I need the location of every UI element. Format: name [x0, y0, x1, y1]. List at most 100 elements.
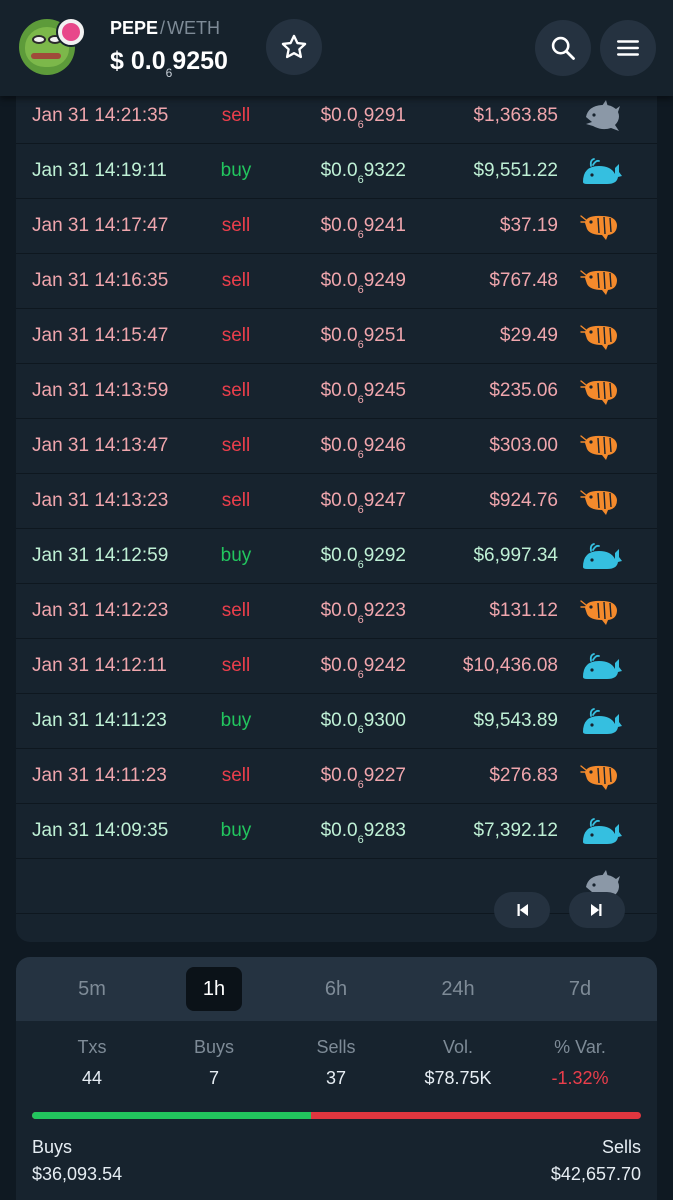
trade-price: $0.069247: [286, 490, 406, 516]
trade-price-digits: 9246: [363, 435, 406, 456]
trade-price: $0.069300: [286, 710, 406, 736]
buys-total-label: Buys: [32, 1137, 73, 1157]
trade-price-digits: 9227: [363, 765, 406, 786]
trade-amount: $37.19: [499, 215, 558, 236]
trade-price-prefix: $0.0: [320, 820, 358, 841]
trade-time: Jan 31 14:15:47: [32, 325, 169, 346]
stat-variation: % Var. -1.32%: [525, 1037, 635, 1089]
pepe-mouth: [31, 53, 61, 59]
tab-1h[interactable]: 1h: [186, 967, 242, 1011]
sells-total-value: $42,657.70: [550, 1164, 641, 1184]
trade-side: sell: [221, 215, 251, 236]
trade-amount: $29.49: [499, 325, 558, 346]
trade-price: $0.069227: [286, 765, 406, 791]
trade-time: Jan 31 14:13:23: [32, 490, 169, 511]
stat-sells-value: 37: [325, 1068, 347, 1088]
trade-side: buy: [220, 545, 252, 566]
whale-icon: [580, 155, 624, 189]
previous-page-button[interactable]: [494, 892, 550, 928]
trade-row[interactable]: Jan 31 14:15:47 sell $0.069251 $29.49: [16, 309, 657, 364]
stat-buys-value: 7: [208, 1068, 219, 1088]
trade-row[interactable]: Jan 31 14:12:23 sell $0.069223 $131.12: [16, 584, 657, 639]
trade-price-digits: 9242: [363, 655, 406, 676]
trade-row[interactable]: Jan 31 14:12:11 sell $0.069242 $10,436.08: [16, 639, 657, 694]
trade-row[interactable]: Jan 31 14:21:35 sell $0.069291 $1,363.85: [16, 89, 657, 144]
trade-time: Jan 31 14:12:23: [32, 600, 169, 621]
shrimp-icon: [580, 320, 624, 354]
trade-amount: $6,997.34: [473, 545, 558, 566]
trade-price-prefix: $0.0: [320, 600, 358, 621]
trade-side: sell: [221, 105, 251, 126]
trade-time: Jan 31 14:17:47: [32, 215, 169, 236]
trade-price-digits: 9241: [363, 215, 406, 236]
buys-total-value: $36,093.54: [32, 1164, 123, 1184]
buy-share-fill: [32, 1112, 311, 1119]
trade-row[interactable]: Jan 31 14:12:59 buy $0.069292 $6,997.34: [16, 529, 657, 584]
trade-price-prefix: $0.0: [320, 270, 358, 291]
trade-row[interactable]: Jan 31 14:13:59 sell $0.069245 $235.06: [16, 364, 657, 419]
trade-time: Jan 31 14:11:23: [32, 765, 167, 786]
search-button[interactable]: [535, 20, 591, 76]
trade-price-digits: 9300: [363, 710, 406, 731]
trades-list[interactable]: Jan 31 14:21:35 sell $0.069291 $1,363.85 Jan…: [16, 89, 657, 937]
trade-row[interactable]: Jan 31 14:16:35 sell $0.069249 $767.48: [16, 254, 657, 309]
timeframe-tabs: 5m 1h 6h 24h 7d: [16, 957, 657, 1021]
trade-side: sell: [221, 765, 251, 786]
trade-price-prefix: $0.0: [320, 380, 358, 401]
menu-button[interactable]: [600, 20, 656, 76]
trade-price-prefix: $0.0: [320, 435, 358, 456]
pair-separator: /: [160, 18, 166, 38]
trade-side: sell: [221, 325, 251, 346]
stats-panel: 5m 1h 6h 24h 7d Txs 44 Buys 7 Sells 37 V…: [16, 957, 657, 1200]
stat-txs-value: 44: [81, 1068, 103, 1088]
trade-price-digits: 9223: [363, 600, 406, 621]
trade-price-digits: 9322: [363, 160, 406, 181]
trade-price-prefix: $0.0: [320, 710, 358, 731]
header: PEPE / WETH $ 0.069250: [0, 0, 673, 96]
trade-price-digits: 9292: [363, 545, 406, 566]
trade-side: buy: [220, 820, 252, 841]
trade-row[interactable]: Jan 31 14:17:47 sell $0.069241 $37.19: [16, 199, 657, 254]
trade-price-digits: 9251: [363, 325, 406, 346]
buy-sell-ratio-bar: [32, 1112, 641, 1119]
stat-buys: Buys 7: [159, 1037, 269, 1089]
tab-7d[interactable]: 7d: [552, 967, 608, 1011]
trade-amount: $1,363.85: [473, 105, 558, 126]
trade-price-prefix: $0.0: [320, 160, 358, 181]
whale-icon: [580, 705, 624, 739]
trade-row[interactable]: Jan 31 14:11:23 buy $0.069300 $9,543.89: [16, 694, 657, 749]
favorite-button[interactable]: [266, 19, 322, 75]
shrimp-icon: [580, 430, 624, 464]
trade-row[interactable]: Jan 31 14:11:23 sell $0.069227 $276.83: [16, 749, 657, 804]
trade-price-prefix: $0.0: [320, 490, 358, 511]
trade-side: buy: [220, 160, 252, 181]
next-page-button[interactable]: [569, 892, 625, 928]
trade-price: $0.069251: [286, 325, 406, 351]
trade-price-digits: 9245: [363, 380, 406, 401]
trade-price: $0.069322: [286, 160, 406, 186]
trade-row[interactable]: Jan 31 14:13:47 sell $0.069246 $303.00: [16, 419, 657, 474]
shrimp-icon: [580, 375, 624, 409]
trade-price-prefix: $0.0: [320, 215, 358, 236]
trade-row[interactable]: Jan 31 14:13:23 sell $0.069247 $924.76: [16, 474, 657, 529]
stat-volume-label: Vol.: [442, 1037, 474, 1057]
whale-icon: [580, 815, 624, 849]
current-price: $ 0.069250: [110, 47, 228, 80]
pair-quote: WETH: [167, 18, 221, 38]
stat-buys-label: Buys: [193, 1037, 235, 1057]
whale-icon: [580, 540, 624, 574]
skip-forward-icon: [591, 904, 602, 916]
trade-row[interactable]: Jan 31 14:09:35 buy $0.069283 $7,392.12: [16, 804, 657, 859]
trade-amount: $131.12: [489, 600, 558, 621]
trade-price-prefix: $0.0: [320, 105, 358, 126]
trade-row[interactable]: Jan 31 14:19:11 buy $0.069322 $9,551.22: [16, 144, 657, 199]
tab-6h[interactable]: 6h: [308, 967, 364, 1011]
skip-back-icon: [517, 904, 528, 916]
chain-badge-icon: [56, 17, 86, 47]
trade-time: Jan 31 14:19:11: [32, 160, 167, 181]
tab-24h[interactable]: 24h: [430, 967, 486, 1011]
trade-side: buy: [220, 710, 252, 731]
star-icon: [281, 34, 307, 59]
whale-icon: [580, 650, 624, 684]
tab-5m[interactable]: 5m: [64, 967, 120, 1011]
